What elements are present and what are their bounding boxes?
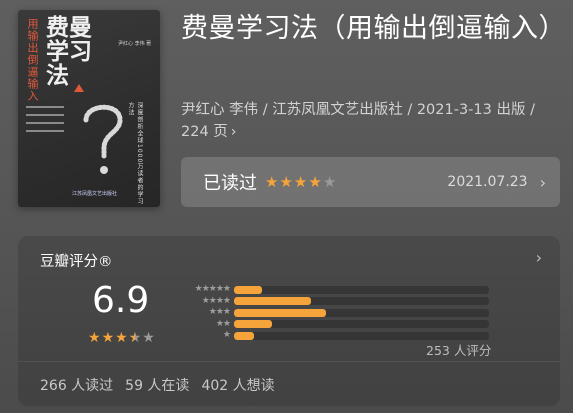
read-count[interactable]: 266 人读过 bbox=[40, 375, 113, 395]
distribution-star-label: ★★★★ bbox=[201, 295, 231, 306]
rating-heading: 豆瓣评分® bbox=[40, 254, 113, 270]
distribution-star-label: ★★★★★ bbox=[194, 284, 231, 295]
distribution-row: ★★ bbox=[176, 319, 489, 331]
cover-authors: 尹红心 李伟 著 bbox=[118, 41, 152, 47]
book-cover[interactable]: 用输出倒逼输入 费曼学习法 尹红心 李伟 著 深度剖析全球1000万读者的学习方… bbox=[18, 10, 160, 207]
distribution-track bbox=[234, 308, 489, 317]
distribution-track bbox=[234, 297, 489, 306]
rating-distribution: ★★★★★ ★★★★ ★★★ ★★ ★ bbox=[176, 284, 489, 342]
cover-subtitle: 用输出倒逼输入 bbox=[26, 18, 39, 102]
read-status-bar[interactable]: 已读过 ★ ★ ★ ★ ★ 2021.07.23 › bbox=[181, 157, 560, 207]
star-icon: ★ bbox=[293, 172, 308, 191]
distribution-track bbox=[234, 285, 489, 294]
distribution-bar bbox=[234, 331, 255, 340]
distribution-star-label: ★ bbox=[222, 330, 231, 341]
distribution-track bbox=[234, 320, 489, 329]
star-icon: ★ bbox=[322, 172, 337, 191]
distribution-row: ★★★★★ bbox=[176, 284, 489, 296]
read-date: 2021.07.23 bbox=[447, 174, 528, 190]
rating-score: 6.9 bbox=[92, 280, 150, 321]
distribution-bar bbox=[234, 308, 326, 317]
question-mark-icon bbox=[83, 104, 123, 174]
star-icon: ★ bbox=[115, 330, 128, 346]
chevron-right-icon: › bbox=[230, 124, 237, 140]
star-icon: ★ bbox=[279, 172, 293, 191]
cover-blurb bbox=[26, 106, 64, 138]
star-icon: ★ bbox=[265, 172, 279, 191]
star-icon: ★ bbox=[101, 330, 115, 346]
book-title: 费曼学习法（用输出倒逼输入） bbox=[181, 13, 566, 44]
rating-votes: 253 人评分 bbox=[426, 343, 492, 358]
user-rating-stars: ★ ★ ★ ★ ★ bbox=[265, 172, 337, 191]
cover-tagline: 深度剖析全球1000万读者的学习方法 bbox=[127, 102, 143, 206]
rating-score-stars: ★ ★ ★ ★ ★ bbox=[88, 331, 155, 345]
chevron-right-icon: › bbox=[539, 172, 546, 192]
chevron-right-icon[interactable]: › bbox=[536, 248, 542, 267]
distribution-star-label: ★★★ bbox=[208, 307, 231, 318]
distribution-row: ★★★ bbox=[176, 307, 489, 319]
reading-count[interactable]: 59 人在读 bbox=[125, 375, 189, 395]
want-to-read-count[interactable]: 402 人想读 bbox=[201, 375, 274, 395]
distribution-row: ★★★★ bbox=[176, 296, 489, 308]
star-icon: ★ bbox=[308, 172, 322, 191]
star-icon: ★ bbox=[128, 330, 142, 346]
distribution-bar bbox=[234, 297, 311, 306]
reader-counts: 266 人读过 59 人在读 402 人想读 bbox=[40, 375, 275, 395]
star-icon: ★ bbox=[88, 330, 101, 346]
cover-title: 费曼学习法 bbox=[46, 15, 92, 89]
douban-rating-card[interactable]: 豆瓣评分® › 6.9 ★ ★ ★ ★ ★ ★★★★★ ★★★★ ★★★ ★★ ★ 253 人评… bbox=[18, 236, 560, 406]
distribution-bar bbox=[234, 320, 273, 329]
book-meta[interactable]: 尹红心 李伟 / 江苏凤凰文艺出版社 / 2021-3-13 出版 / 224 … bbox=[181, 99, 561, 143]
read-status-label: 已读过 bbox=[203, 173, 257, 194]
distribution-track bbox=[234, 331, 489, 340]
star-icon: ★ bbox=[142, 330, 155, 346]
cover-publisher: 江苏凤凰文艺出版社 bbox=[72, 191, 118, 197]
distribution-star-label: ★★ bbox=[215, 318, 231, 329]
divider bbox=[18, 361, 560, 362]
cover-triangle-mark bbox=[74, 84, 84, 92]
distribution-bar bbox=[234, 285, 263, 294]
